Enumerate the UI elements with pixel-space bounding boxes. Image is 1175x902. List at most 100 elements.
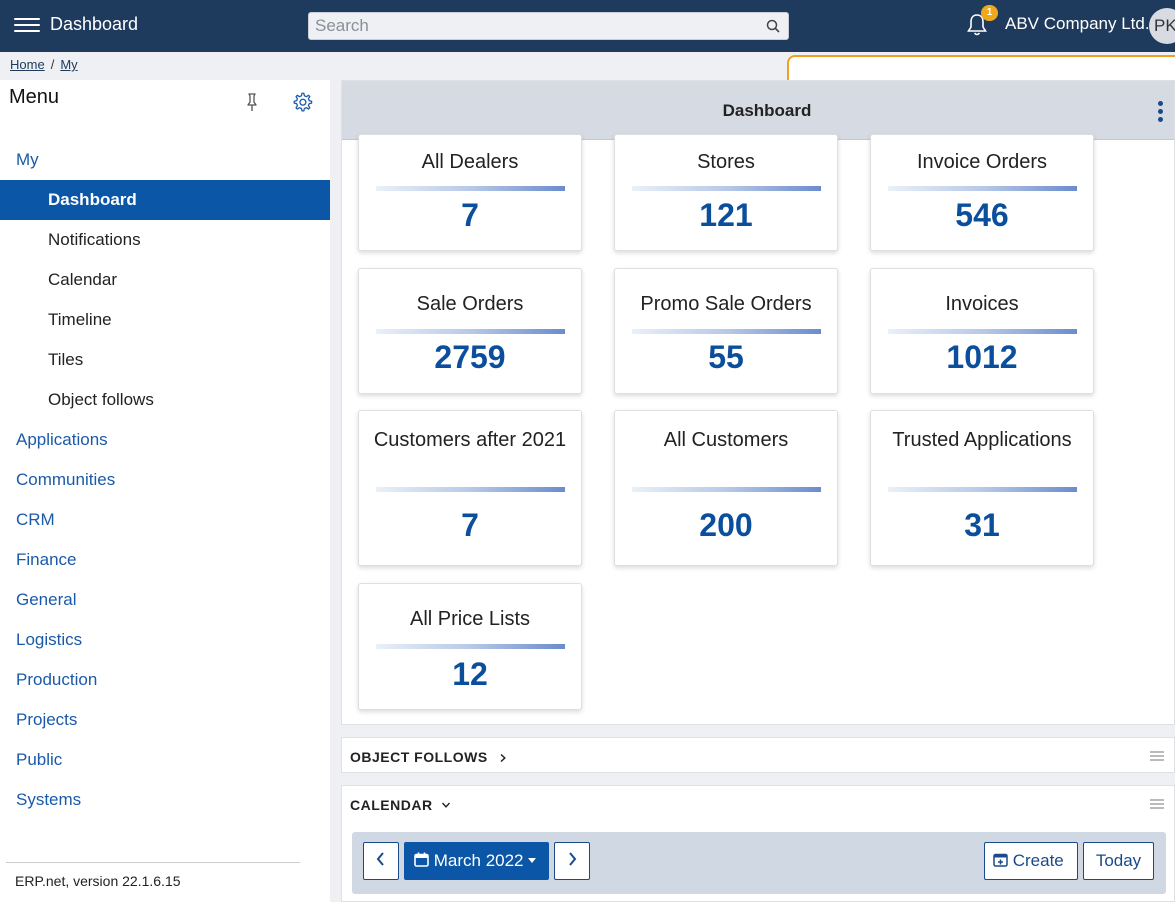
tile-value: 55 (708, 339, 744, 375)
sidebar: Menu My Dashboard Notifications Calendar Tim… (0, 80, 330, 902)
tile-divider (632, 487, 821, 492)
tile-value: 1012 (946, 339, 1018, 375)
dashboard-tile[interactable]: Promo Sale Orders 55 (614, 268, 838, 394)
object-follows-title: OBJECT FOLLOWS (350, 749, 488, 765)
tile-divider (888, 487, 1077, 492)
sidebar-item-logistics[interactable]: Logistics (0, 620, 330, 660)
next-month-button[interactable] (554, 842, 590, 880)
sidebar-item-general[interactable]: General (0, 580, 330, 620)
tile-title: All Price Lists (409, 608, 531, 630)
tile-value: 7 (461, 507, 479, 543)
search-input[interactable] (309, 13, 749, 39)
kebab-menu-icon[interactable] (1158, 101, 1164, 123)
calendar-title: CALENDAR (350, 797, 433, 813)
tile-title: Invoices (945, 293, 1019, 315)
tile-value: 2759 (434, 339, 506, 375)
sidebar-item-public[interactable]: Public (0, 740, 330, 780)
chevron-down-icon (441, 802, 450, 808)
sidebar-item-production[interactable]: Production (0, 660, 330, 700)
tile-value: 31 (964, 507, 1000, 543)
sidebar-item-finance[interactable]: Finance (0, 540, 330, 580)
dashboard-tile[interactable]: Sale Orders 2759 (358, 268, 582, 394)
tile-title: All Customers (663, 429, 789, 451)
dashboard-tile[interactable]: All Price Lists 12 (358, 583, 582, 710)
current-month-label: March 2022 (433, 851, 524, 870)
dashboard-tile[interactable]: Invoices 1012 (870, 268, 1094, 394)
sidebar-item-notifications[interactable]: Notifications (0, 220, 330, 260)
tile-divider (888, 329, 1077, 334)
version-label: ERP.net, version 22.1.6.15 (6, 862, 300, 889)
tile-value: 546 (955, 197, 1009, 233)
panel-header: Dashboard (342, 81, 1174, 140)
calendar-toolbar: March 2022 Create Today (352, 832, 1166, 894)
sidebar-item-applications[interactable]: Applications (0, 420, 330, 460)
calendar-plus-icon (993, 853, 1008, 867)
drag-handle-icon[interactable] (1150, 751, 1164, 761)
notification-badge: 1 (981, 5, 998, 21)
tile-value: 200 (699, 507, 753, 543)
dashboard-tile[interactable]: All Customers 200 (614, 410, 838, 566)
dashboard-tile[interactable]: Trusted Applications 31 (870, 410, 1094, 566)
previous-month-button[interactable] (363, 842, 399, 880)
tile-title: Invoice Orders (916, 151, 1048, 173)
dashboard-tile[interactable]: All Dealers 7 (358, 134, 582, 251)
drag-handle-icon[interactable] (1150, 799, 1164, 809)
create-label: Create (1012, 851, 1064, 870)
calendar-section: CALENDAR March 2022 Create Today (341, 785, 1175, 902)
month-picker-button[interactable]: March 2022 (404, 842, 549, 880)
object-follows-toggle[interactable]: OBJECT FOLLOWS (350, 749, 508, 765)
tile-value: 12 (452, 656, 488, 692)
search-box[interactable] (308, 12, 789, 40)
pin-icon[interactable] (244, 92, 260, 112)
dashboard-tile[interactable]: Invoice Orders 546 (870, 134, 1094, 251)
tile-divider (376, 487, 565, 492)
caret-down-icon (528, 858, 537, 863)
sidebar-item-object-follows[interactable]: Object follows (0, 380, 330, 420)
sidebar-item-systems[interactable]: Systems (0, 780, 330, 820)
tile-value: 7 (461, 197, 479, 233)
tile-divider (632, 329, 821, 334)
today-label: Today (1095, 851, 1142, 870)
dashboard-tile[interactable]: Stores 121 (614, 134, 838, 251)
dashboard-tile[interactable]: Customers after 2021 7 (358, 410, 582, 566)
chevron-left-icon (376, 851, 384, 866)
tile-title: Sale Orders (416, 293, 524, 315)
sidebar-item-my[interactable]: My (0, 140, 330, 180)
sidebar-item-calendar[interactable]: Calendar (0, 260, 330, 300)
tile-divider (376, 186, 565, 191)
top-bar: Dashboard 1 ABV Company Ltd. PK (0, 0, 1175, 52)
today-button[interactable]: Today (1083, 842, 1154, 880)
menu-title: Menu (9, 86, 60, 108)
object-follows-section: OBJECT FOLLOWS (341, 737, 1175, 773)
sidebar-item-communities[interactable]: Communities (0, 460, 330, 500)
calendar-toggle[interactable]: CALENDAR (350, 797, 451, 813)
avatar[interactable]: PK (1149, 8, 1175, 44)
tile-title: Stores (697, 151, 755, 173)
chevron-right-icon (569, 851, 577, 866)
tile-divider (632, 186, 821, 191)
breadcrumb-separator: / (50, 57, 55, 72)
hamburger-menu-icon[interactable] (14, 14, 40, 36)
breadcrumb-my-link[interactable]: My (60, 57, 77, 72)
breadcrumb: Home / My (10, 57, 78, 72)
sidebar-nav: My Dashboard Notifications Calendar Timeline… (0, 140, 330, 820)
sidebar-item-tiles[interactable]: Tiles (0, 340, 330, 380)
sidebar-item-projects[interactable]: Projects (0, 700, 330, 740)
tile-value: 121 (699, 197, 753, 233)
tile-divider (376, 329, 565, 334)
tile-title: All Dealers (421, 151, 519, 173)
breadcrumb-home-link[interactable]: Home (10, 57, 45, 72)
search-icon[interactable] (766, 19, 780, 33)
gear-icon[interactable] (291, 91, 313, 113)
page-title: Dashboard (722, 101, 812, 120)
company-name[interactable]: ABV Company Ltd. (1005, 14, 1150, 34)
chevron-right-icon (500, 753, 506, 763)
sidebar-item-crm[interactable]: CRM (0, 500, 330, 540)
tile-divider (888, 186, 1077, 191)
dashboard-panel: Dashboard All Dealers 7 Stores 121 Invoice O… (341, 80, 1175, 725)
sidebar-item-timeline[interactable]: Timeline (0, 300, 330, 340)
tile-title: Trusted Applications (892, 429, 1072, 451)
tile-divider (376, 644, 565, 649)
sidebar-item-dashboard[interactable]: Dashboard (0, 180, 330, 220)
create-event-button[interactable]: Create (984, 842, 1078, 880)
